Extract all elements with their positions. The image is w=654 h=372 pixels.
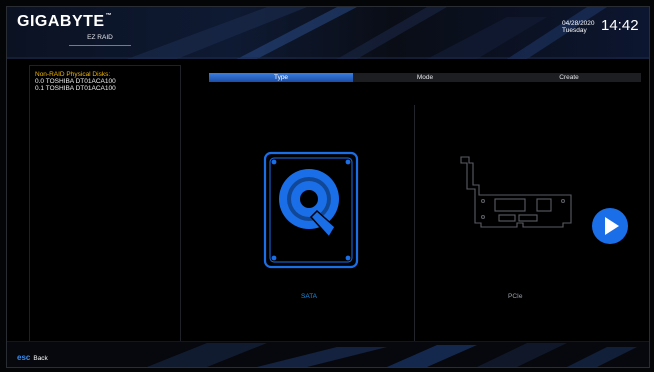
brand-text: GIGABYTE: [17, 13, 105, 30]
tab-mode[interactable]: Mode: [353, 73, 497, 82]
clock: 14:42: [601, 17, 639, 34]
footer-decoration: [7, 341, 649, 367]
date-text: 04/28/2020: [562, 20, 595, 27]
bios-window: GIGABYTE™ EZ RAID 04/28/2020 Tuesday 14:…: [6, 6, 650, 368]
step-tabs: Type Mode Create: [209, 73, 641, 82]
back-label: Back: [33, 355, 48, 362]
pcie-label[interactable]: PCIe: [508, 293, 522, 300]
disk-list-panel: [29, 65, 181, 361]
trademark-mark: ™: [105, 13, 113, 19]
mode-title: EZ RAID: [87, 34, 113, 41]
mode-title-underline: [69, 45, 131, 46]
gigabyte-logo: GIGABYTE™: [17, 13, 112, 31]
pcie-option[interactable]: [459, 153, 579, 233]
tab-create[interactable]: Create: [497, 73, 641, 82]
pcie-card-icon: [460, 156, 572, 228]
tab-type[interactable]: Type: [209, 73, 353, 82]
header-banner: GIGABYTE™ EZ RAID 04/28/2020 Tuesday 14:…: [7, 7, 649, 59]
option-divider: [414, 105, 415, 345]
disk-item[interactable]: 0.0 TOSHIBA DT01ACA100: [35, 78, 116, 85]
sata-label[interactable]: SATA: [301, 293, 317, 300]
disk-list-title: Non-RAID Physical Disks:: [35, 71, 111, 78]
date-display: 04/28/2020 Tuesday: [562, 20, 595, 34]
sata-option[interactable]: [261, 151, 361, 271]
disk-item[interactable]: 0.1 TOSHIBA DT01ACA100: [35, 85, 116, 92]
hard-disk-icon: [263, 151, 359, 269]
esc-key: esc: [17, 353, 31, 362]
next-button[interactable]: [591, 207, 629, 245]
play-next-icon: [592, 208, 628, 244]
back-hint[interactable]: esc Back: [17, 353, 48, 362]
footer-bar: [7, 341, 649, 367]
weekday-text: Tuesday: [562, 27, 587, 34]
